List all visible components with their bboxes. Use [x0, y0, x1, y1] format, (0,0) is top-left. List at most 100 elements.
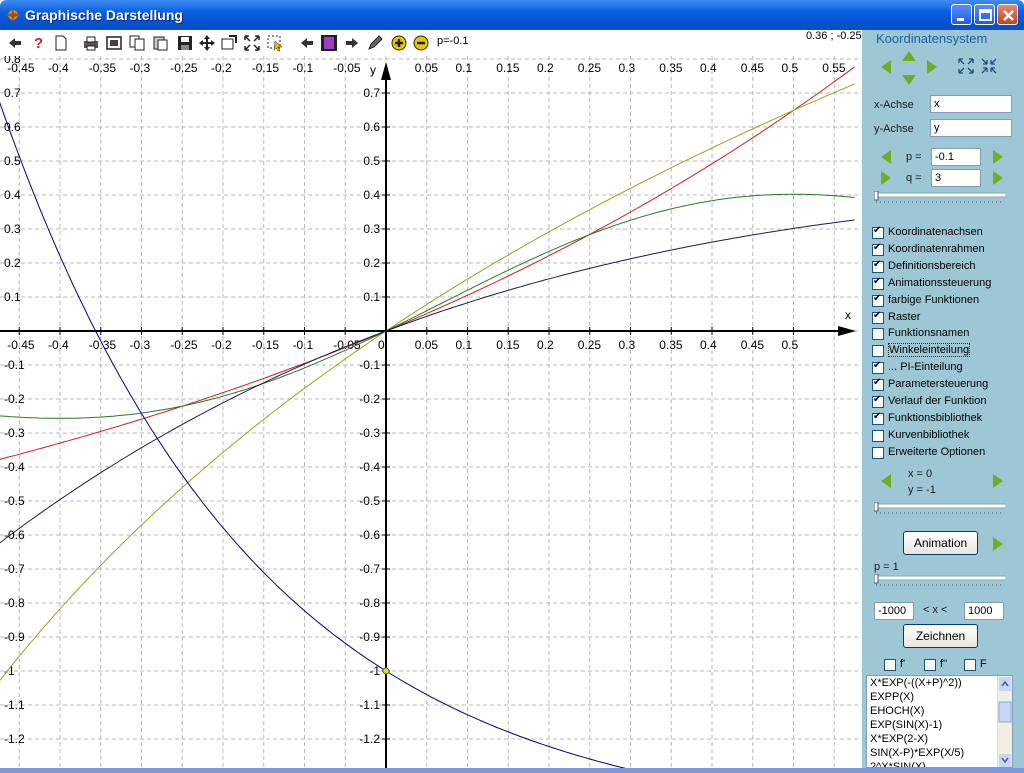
print-icon[interactable] [82, 34, 100, 52]
list-item[interactable]: X*EXP(2-X) [867, 732, 1012, 746]
pan-right-icon[interactable] [926, 60, 938, 74]
checkbox-box[interactable] [872, 377, 884, 392]
select-icon[interactable] [266, 34, 284, 52]
pan-left-icon[interactable] [880, 60, 892, 74]
zoom-in-icon[interactable] [980, 57, 998, 75]
plot-area[interactable]: -0.45 -0.4 -0.35 -0.3 -0.25 -0.2 -0.15 -0.1 -0.0… [0, 52, 862, 773]
range-max-input[interactable]: 1000 [964, 602, 1004, 620]
paste-icon[interactable] [151, 34, 169, 52]
plus-icon[interactable] [390, 34, 408, 52]
option-checkbox[interactable]: Kurvenbibliothek [872, 429, 1018, 443]
option-checkbox[interactable]: Erweiterte Optionen [872, 446, 1018, 460]
option-checkbox[interactable]: ... PI-Einteilung [872, 360, 1018, 375]
checkbox-label: f' [900, 658, 906, 670]
list-item[interactable]: EXP(SIN(X)-1) [867, 718, 1012, 732]
checkbox-box[interactable] [872, 360, 884, 375]
close-button[interactable] [997, 4, 1018, 25]
q-decrease-icon[interactable] [880, 171, 892, 185]
copy-frame-icon[interactable] [105, 34, 123, 52]
save-icon[interactable] [176, 34, 194, 52]
x-axis-name: x [845, 308, 851, 322]
properties-icon[interactable] [220, 34, 238, 52]
derivative-checkbox[interactable]: f' [884, 658, 918, 672]
animation-slider[interactable] [874, 574, 1006, 586]
q-input[interactable]: 3 [931, 169, 981, 187]
option-checkbox[interactable]: Animationssteuerung [872, 276, 1018, 291]
x-tick-label: 0.2 [537, 338, 554, 352]
checkbox-box[interactable] [872, 276, 884, 290]
point-right-icon[interactable] [992, 474, 1004, 488]
film-icon[interactable] [320, 34, 338, 52]
pan-up-icon[interactable] [902, 50, 916, 62]
copy-icon[interactable] [128, 34, 146, 52]
checkbox-box[interactable] [872, 259, 884, 273]
arrow-right-icon[interactable] [343, 34, 361, 52]
y-axis-input[interactable]: y [930, 119, 1012, 137]
list-scrollbar[interactable] [997, 676, 1012, 767]
pen-icon[interactable] [366, 34, 384, 52]
checkbox-box[interactable] [924, 659, 936, 671]
move-icon[interactable] [198, 34, 216, 52]
x-tick-label-top: -0.25 [170, 61, 198, 75]
function-graph[interactable]: -0.45 -0.4 -0.35 -0.3 -0.25 -0.2 -0.15 -0.1 -0.0… [0, 52, 862, 773]
x-axis-input[interactable]: x [930, 95, 1012, 113]
zoom-out-icon[interactable] [957, 57, 975, 75]
list-item[interactable]: X*EXP(-((X+P)^2)) [867, 676, 1012, 690]
list-item[interactable]: 2^X*SIN(X) [867, 760, 1012, 767]
checkbox-box[interactable] [872, 429, 884, 442]
point-left-icon[interactable] [880, 474, 892, 488]
pan-down-icon[interactable] [902, 74, 916, 86]
option-checkbox[interactable]: Funktionsnamen [872, 327, 1018, 341]
checkbox-box[interactable] [872, 242, 884, 256]
option-checkbox[interactable]: Parametersteuerung [872, 377, 1018, 392]
list-item[interactable]: EHOCH(X) [867, 704, 1012, 718]
draw-button[interactable]: Zeichnen [903, 624, 978, 648]
point-slider[interactable] [874, 502, 1006, 514]
point-marker[interactable] [382, 667, 390, 675]
function-library-list[interactable]: X*EXP(-((X+P)^2)) EXPP(X) EHOCH(X) EXP(SIN(… [866, 675, 1013, 768]
checkbox-label: F [980, 658, 987, 670]
x-tick-label-top: -0.05 [333, 61, 361, 75]
minus-icon[interactable] [412, 34, 430, 52]
title-bar[interactable]: Graphische Darstellung [0, 0, 1024, 30]
list-item[interactable]: SIN(X-P)*EXP(X/5) [867, 746, 1012, 760]
arrow-left-icon[interactable] [298, 34, 316, 52]
zoom-fit-icon[interactable] [243, 34, 261, 52]
checkbox-box[interactable] [884, 659, 896, 671]
q-increase-icon[interactable] [992, 171, 1004, 185]
checkbox-box[interactable] [964, 659, 976, 671]
option-checkbox[interactable]: Winkeleinteilung [872, 343, 1018, 358]
new-page-icon[interactable] [52, 34, 70, 52]
option-checkbox[interactable]: Koordinatenachsen [872, 225, 1018, 240]
maximize-button[interactable] [974, 4, 995, 25]
derivative-checkbox[interactable]: F [964, 658, 998, 672]
arrow-left-icon[interactable] [6, 34, 24, 52]
checkbox-box[interactable] [872, 411, 884, 425]
option-checkbox[interactable]: Verlauf der Funktion [872, 394, 1018, 409]
checkbox-box[interactable] [872, 293, 884, 307]
minimize-button[interactable] [951, 4, 972, 25]
checkbox-box[interactable] [872, 446, 884, 459]
point-x-value: x = 0 [908, 468, 933, 480]
option-checkbox[interactable]: Koordinatenrahmen [872, 242, 1018, 257]
help-icon[interactable]: ? [29, 34, 47, 52]
range-min-input[interactable]: -1000 [874, 602, 914, 620]
checkbox-box[interactable] [872, 310, 884, 324]
option-checkbox[interactable]: Raster [872, 310, 1018, 325]
animation-button[interactable]: Animation [903, 531, 978, 555]
p-decrease-icon[interactable] [880, 150, 892, 164]
list-item[interactable]: EXPP(X) [867, 690, 1012, 704]
checkbox-box[interactable] [872, 225, 884, 239]
checkbox-box[interactable] [872, 345, 884, 358]
p-input[interactable]: -0.1 [931, 148, 981, 166]
animation-play-icon[interactable] [992, 537, 1004, 551]
checkbox-box[interactable] [872, 328, 884, 341]
checkbox-box[interactable] [872, 394, 884, 408]
option-checkbox[interactable]: Funktionsbibliothek [872, 411, 1018, 426]
p-increase-icon[interactable] [992, 150, 1004, 164]
option-checkbox[interactable]: Definitionsbereich [872, 259, 1018, 274]
option-checkbox[interactable]: farbige Funktionen [872, 293, 1018, 308]
y-tick-label-left: 0.2 [4, 256, 21, 270]
derivative-checkbox[interactable]: f'' [924, 658, 958, 672]
parameter-slider[interactable] [874, 191, 1006, 203]
